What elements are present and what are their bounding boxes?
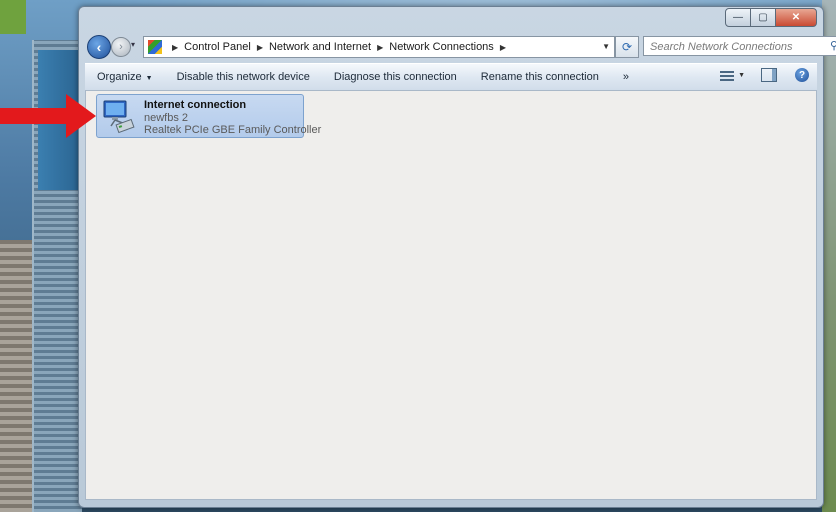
breadcrumb-network-connections[interactable]: Network Connections: [389, 41, 494, 53]
breadcrumb-control-panel[interactable]: Control Panel: [184, 41, 251, 53]
change-view-icon[interactable]: [720, 69, 735, 81]
close-button[interactable]: ✕: [775, 8, 817, 27]
chevron-right-icon[interactable]: ▶: [500, 43, 506, 52]
preview-pane-icon[interactable]: [761, 68, 777, 82]
control-panel-icon: [148, 40, 162, 54]
address-dropdown-icon[interactable]: ▼: [602, 42, 610, 51]
search-box[interactable]: ⚲: [643, 36, 836, 56]
refresh-button[interactable]: ⟳: [615, 36, 639, 58]
connection-name: Internet connection: [144, 99, 247, 111]
minimize-button[interactable]: —: [725, 8, 751, 27]
disable-device-button[interactable]: Disable this network device: [165, 71, 322, 83]
diagnose-connection-button[interactable]: Diagnose this connection: [322, 71, 469, 83]
organize-label: Organize: [97, 71, 142, 83]
search-input[interactable]: [648, 38, 822, 56]
desktop-icon-fragment: [0, 0, 26, 34]
connection-item-internet[interactable]: Internet connection newfbs 2 Realtek PCI…: [96, 94, 321, 138]
command-bar: Organize ▼ Disable this network device Di…: [85, 63, 817, 91]
maximize-button[interactable]: ▢: [750, 8, 776, 27]
rename-connection-button[interactable]: Rename this connection: [469, 71, 611, 83]
forward-arrow-icon[interactable]: ›: [111, 37, 131, 57]
chevron-right-icon[interactable]: ▶: [172, 43, 178, 52]
connection-device-name: Realtek PCIe GBE Family Controller: [144, 124, 322, 136]
connection-network-status: newfbs 2: [144, 112, 189, 124]
chevron-down-icon[interactable]: ▼: [738, 72, 745, 79]
network-adapter-icon: [103, 100, 135, 134]
annotation-arrow-icon: [0, 94, 96, 138]
breadcrumb-network-and-internet[interactable]: Network and Internet: [269, 41, 371, 53]
caption-buttons: — ▢ ✕: [725, 8, 817, 27]
recent-pages-dropdown-icon[interactable]: ▾: [131, 40, 135, 49]
breadcrumb: ▶ Control Panel ▶ Network and Internet ▶…: [166, 41, 512, 53]
chevron-right-icon[interactable]: ▶: [377, 43, 383, 52]
search-icon[interactable]: ⚲: [830, 39, 836, 52]
back-arrow-icon[interactable]: ‹: [87, 35, 111, 59]
connections-list: Internet connection newfbs 2 Realtek PCI…: [85, 90, 817, 500]
chevron-right-icon[interactable]: ▶: [257, 43, 263, 52]
chevron-down-icon: ▼: [145, 75, 153, 82]
address-bar[interactable]: ▶ Control Panel ▶ Network and Internet ▶…: [143, 36, 615, 58]
organize-menu[interactable]: Organize ▼: [85, 71, 165, 83]
desktop-background-edge: [822, 0, 836, 512]
refresh-icon: ⟳: [621, 40, 633, 54]
navigation-bar: ‹ › ▾ ▶ Control Panel ▶ Network and Inte…: [85, 34, 836, 60]
more-commands-button[interactable]: »: [611, 71, 641, 83]
help-icon[interactable]: ?: [795, 68, 809, 82]
toolbar-right-group: ▼ ?: [720, 68, 809, 82]
network-connections-window: — ▢ ✕ ‹ › ▾ ▶ Control Panel ▶ Network an…: [78, 6, 836, 508]
background-building: [0, 240, 34, 512]
